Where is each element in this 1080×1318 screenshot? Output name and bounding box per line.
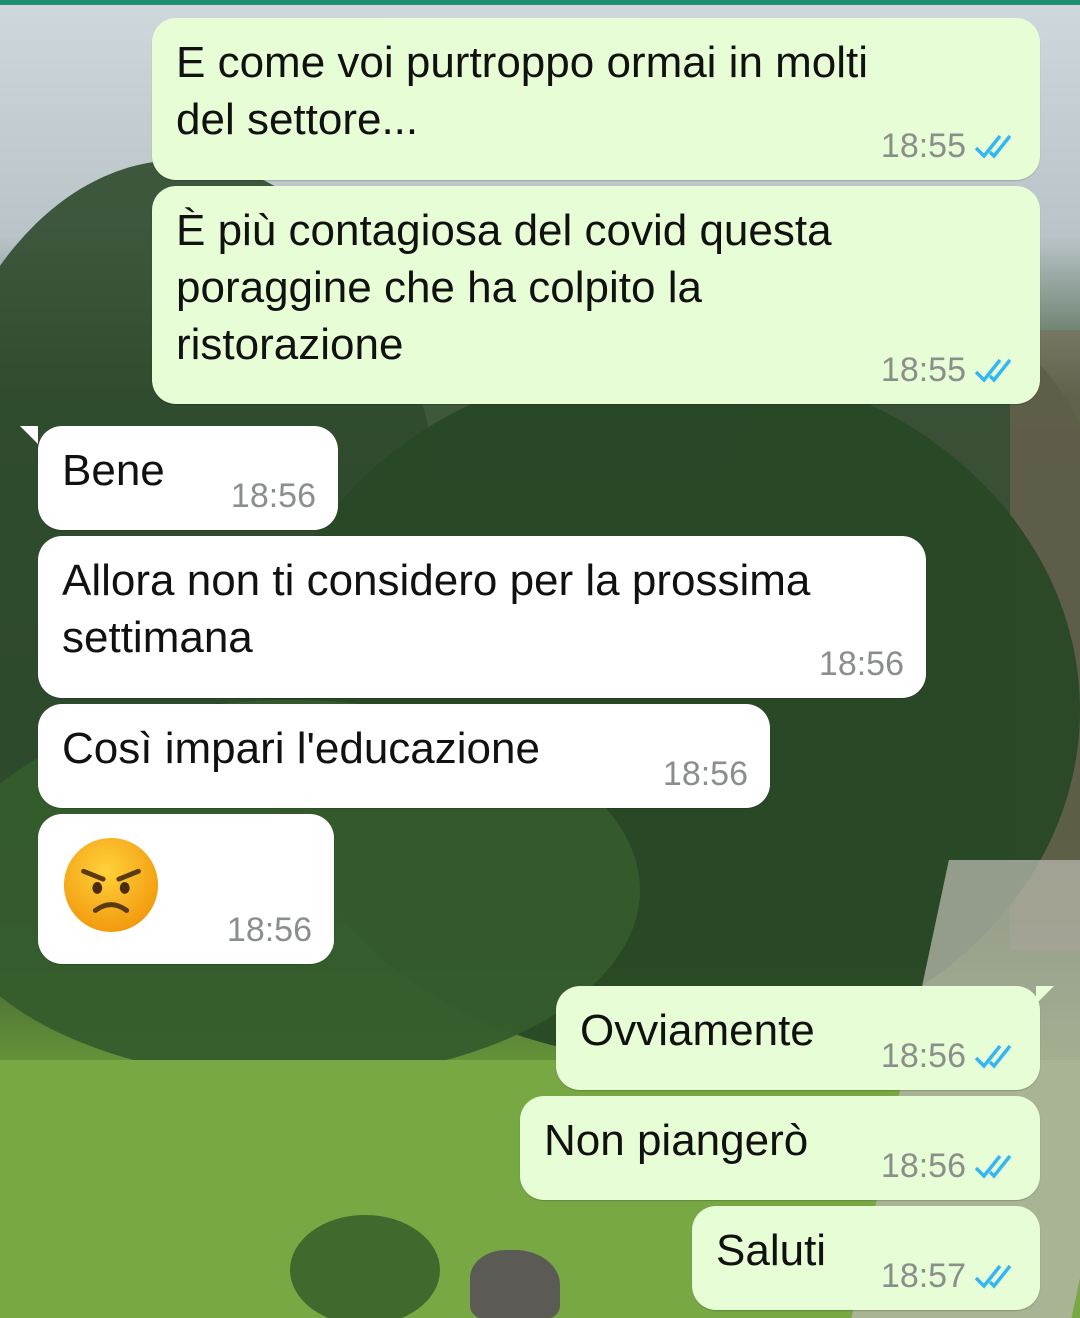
message-time: 18:57 <box>880 1257 966 1295</box>
double-check-icon <box>974 134 1012 159</box>
message-meta: 18:57 <box>881 1256 1018 1296</box>
message-time: 18:56 <box>880 1147 966 1185</box>
message-time: 18:56 <box>230 477 316 515</box>
message-time: 18:56 <box>662 755 748 793</box>
message-meta: 18:56 <box>819 644 904 684</box>
message-meta: 18:56 <box>227 910 312 950</box>
double-check-icon <box>974 1044 1012 1069</box>
message-time: 18:56 <box>818 645 904 683</box>
message-text: È più contagiosa del covid questa poragg… <box>176 206 832 369</box>
message-text: Così impari l'educazione <box>62 724 540 773</box>
message-text: Ovviamente <box>580 1006 815 1055</box>
message-meta: 18:55 <box>881 350 1018 390</box>
message-outgoing[interactable]: Saluti 18:57 <box>692 1206 1040 1310</box>
message-text: Bene <box>62 446 165 495</box>
angry-face-emoji <box>63 837 159 933</box>
message-text: Saluti <box>716 1226 827 1275</box>
double-check-icon <box>974 358 1012 383</box>
message-meta: 18:56 <box>231 476 316 516</box>
message-time: 18:55 <box>880 127 966 165</box>
message-meta: 18:55 <box>881 126 1018 166</box>
message-meta: 18:56 <box>881 1036 1018 1076</box>
message-time: 18:55 <box>880 351 966 389</box>
message-incoming[interactable]: Così impari l'educazione 18:56 <box>38 704 770 808</box>
message-incoming[interactable]: 18:56 <box>38 814 334 964</box>
message-incoming[interactable]: Allora non ti considero per la prossima … <box>38 536 926 698</box>
message-outgoing[interactable]: Ovviamente 18:56 <box>556 986 1054 1090</box>
message-time: 18:56 <box>880 1037 966 1075</box>
message-text: Allora non ti considero per la prossima … <box>62 556 811 662</box>
message-text: E come voi purtroppo ormai in molti del … <box>176 38 869 144</box>
message-outgoing[interactable]: Non piangerò 18:56 <box>520 1096 1040 1200</box>
message-time: 18:56 <box>226 911 312 949</box>
double-check-icon <box>974 1264 1012 1289</box>
message-meta: 18:56 <box>881 1146 1018 1186</box>
message-outgoing[interactable]: È più contagiosa del covid questa poragg… <box>152 186 1040 404</box>
message-outgoing[interactable]: E come voi purtroppo ormai in molti del … <box>152 18 1040 180</box>
message-list[interactable]: E come voi purtroppo ormai in molti del … <box>0 0 1080 1318</box>
message-meta: 18:56 <box>663 754 748 794</box>
message-text: Non piangerò <box>544 1116 809 1165</box>
double-check-icon <box>974 1154 1012 1179</box>
message-incoming[interactable]: Bene 18:56 <box>20 426 338 530</box>
